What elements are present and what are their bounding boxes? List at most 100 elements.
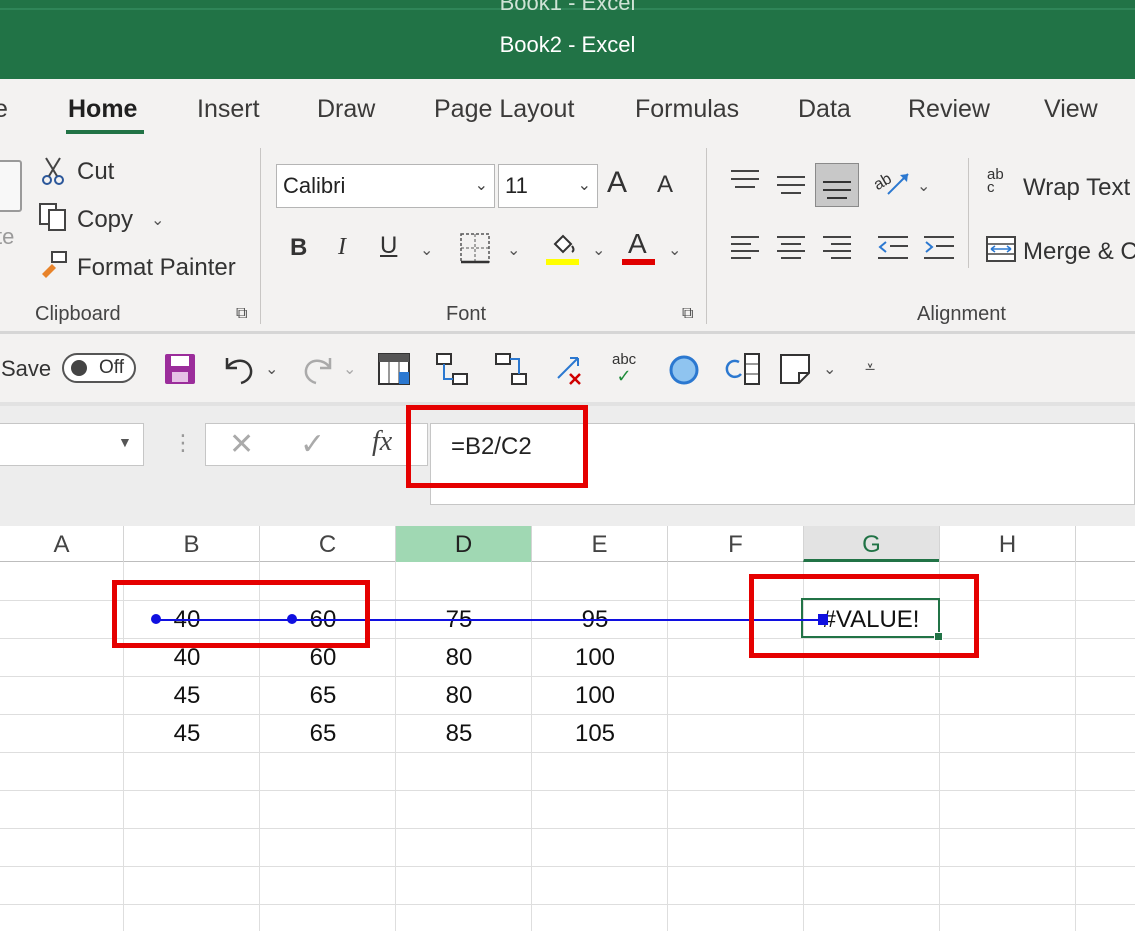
tab-insert[interactable]: Insert — [197, 95, 260, 124]
refresh-all-icon[interactable] — [725, 352, 761, 391]
cell-b5[interactable]: 45 — [123, 714, 251, 752]
font-family-select[interactable]: Calibri ⌄ — [276, 164, 495, 208]
cell-c5[interactable]: 65 — [259, 714, 387, 752]
redo-icon[interactable] — [300, 352, 336, 391]
tab-home[interactable]: Home — [68, 95, 137, 124]
column-header-c[interactable]: C — [259, 526, 395, 562]
trace-precedents-icon[interactable] — [435, 352, 469, 391]
highlight-box-inputs — [112, 580, 370, 648]
chevron-down-icon[interactable]: ⌄ — [265, 359, 278, 379]
merge-center-button[interactable]: Merge & C — [1023, 238, 1135, 266]
decrease-indent-icon[interactable] — [876, 234, 910, 267]
font-size-value: 11 — [505, 173, 528, 198]
background-window-title: Book1 - Excel — [499, 0, 636, 15]
remove-arrows-icon[interactable] — [552, 352, 586, 391]
column-header-i[interactable] — [1075, 526, 1135, 562]
tab-data[interactable]: Data — [798, 95, 851, 124]
chevron-down-icon[interactable]: ⌄ — [420, 240, 433, 260]
grid-line — [0, 790, 1135, 791]
save-icon[interactable] — [163, 352, 197, 391]
group-separator — [968, 158, 969, 268]
align-top-icon[interactable] — [729, 168, 761, 199]
font-size-select[interactable]: 11 ⌄ — [498, 164, 598, 208]
scissors-icon — [40, 156, 66, 191]
cell-b4[interactable]: 45 — [123, 676, 251, 714]
undo-icon[interactable] — [221, 352, 257, 391]
grid-line — [1075, 562, 1076, 931]
highlight-box-formula — [406, 405, 588, 488]
chevron-down-icon[interactable]: ⌄ — [917, 176, 930, 196]
chevron-down-icon[interactable]: ⌄ — [343, 359, 356, 379]
grid-line — [0, 828, 1135, 829]
tab-file[interactable]: e — [0, 95, 8, 124]
align-center-icon[interactable] — [775, 234, 807, 267]
cell-d3[interactable]: 80 — [395, 638, 523, 676]
align-middle-icon[interactable] — [775, 172, 807, 203]
align-right-icon[interactable] — [821, 234, 853, 267]
highlight-box-result — [749, 574, 979, 658]
copy-button[interactable]: Copy — [77, 206, 133, 234]
tab-draw[interactable]: Draw — [317, 95, 375, 124]
chevron-down-icon[interactable]: ⌄ — [668, 240, 681, 260]
borders-icon[interactable] — [459, 232, 491, 269]
dialog-launcher-icon[interactable]: ⧉ — [236, 306, 247, 322]
wrap-text-button[interactable]: Wrap Text — [1023, 174, 1130, 202]
chevron-down-icon: ⌄ — [577, 177, 591, 194]
active-tab-indicator — [66, 130, 144, 134]
clipboard-group-label: Clipboard — [35, 303, 121, 325]
column-header-b[interactable]: B — [123, 526, 259, 562]
tab-page-layout[interactable]: Page Layout — [434, 95, 574, 124]
column-header-g[interactable]: G — [803, 526, 939, 562]
chevron-down-icon[interactable]: ▼ — [118, 434, 132, 450]
column-header-d[interactable]: D — [395, 526, 531, 562]
bold-button[interactable]: B — [290, 234, 307, 262]
cut-button[interactable]: Cut — [77, 158, 114, 186]
cancel-icon[interactable]: ✕ — [229, 427, 254, 462]
circle-shape-icon[interactable] — [668, 354, 700, 391]
copy-icon — [38, 202, 70, 237]
wrap-text-icon: ab c — [987, 166, 1004, 196]
chevron-down-icon[interactable]: ⌄ — [151, 210, 164, 230]
table-format-icon[interactable] — [377, 352, 411, 391]
drag-handle-icon[interactable]: ⋮ — [172, 430, 194, 456]
cell-e4[interactable]: 100 — [531, 676, 659, 714]
trace-dependents-icon[interactable] — [494, 352, 528, 391]
tab-review[interactable]: Review — [908, 95, 990, 124]
chevron-down-icon[interactable]: ⌄ — [507, 240, 520, 260]
customize-toolbar-icon[interactable]: ⩡ — [865, 358, 875, 376]
grow-font-button[interactable]: A — [607, 166, 627, 200]
column-header-e[interactable]: E — [531, 526, 667, 562]
column-header-f[interactable]: F — [667, 526, 803, 562]
align-bottom-button[interactable] — [815, 163, 859, 207]
cell-c4[interactable]: 65 — [259, 676, 387, 714]
chevron-down-icon[interactable]: ⌄ — [592, 240, 605, 260]
spelling-icon[interactable]: abc ✓ — [612, 352, 636, 385]
grid-line — [0, 752, 1135, 753]
tab-view[interactable]: View — [1044, 95, 1098, 124]
italic-button[interactable]: I — [338, 234, 346, 261]
autosave-label: Save — [1, 356, 52, 381]
increase-indent-icon[interactable] — [922, 234, 956, 267]
shrink-font-button[interactable]: A — [657, 171, 673, 199]
cell-d4[interactable]: 80 — [395, 676, 523, 714]
sticky-note-icon[interactable] — [778, 352, 812, 391]
dialog-launcher-icon[interactable]: ⧉ — [682, 306, 693, 322]
cell-d5[interactable]: 85 — [395, 714, 523, 752]
underline-button[interactable]: U — [380, 232, 397, 260]
font-color-button[interactable]: A — [628, 228, 647, 260]
paste-button[interactable] — [0, 160, 22, 212]
format-painter-button[interactable]: Format Painter — [77, 254, 236, 282]
grid-line — [0, 904, 1135, 905]
font-family-value: Calibri — [283, 173, 346, 198]
tab-formulas[interactable]: Formulas — [635, 95, 739, 124]
chevron-down-icon[interactable]: ⌄ — [823, 359, 836, 379]
align-left-icon[interactable] — [729, 234, 761, 267]
orientation-icon[interactable]: ab — [871, 166, 912, 203]
enter-icon[interactable]: ✓ — [300, 427, 325, 462]
chevron-down-icon: ⌄ — [474, 177, 488, 194]
column-header-h[interactable]: H — [939, 526, 1075, 562]
insert-function-button[interactable]: fx — [372, 426, 392, 458]
column-header-a[interactable]: A — [0, 526, 123, 562]
cell-e5[interactable]: 105 — [531, 714, 659, 752]
cell-e3[interactable]: 100 — [531, 638, 659, 676]
